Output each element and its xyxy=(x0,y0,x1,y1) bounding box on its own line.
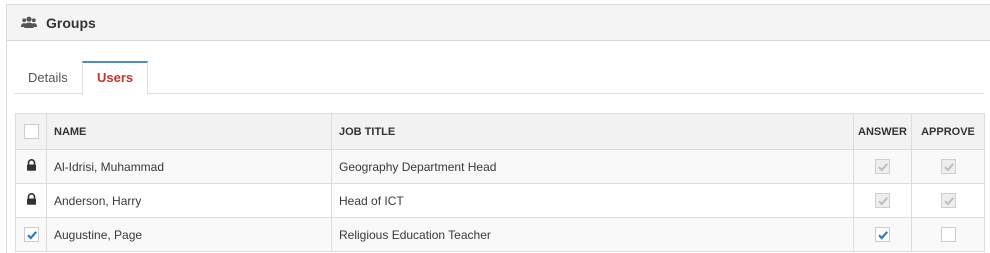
approve-checkbox[interactable] xyxy=(940,159,956,175)
panel-title: Groups xyxy=(46,14,96,31)
row-name: Al-Idrisi, Muhammad xyxy=(46,149,332,184)
approve-cell xyxy=(911,149,985,184)
answer-checkbox[interactable] xyxy=(875,159,890,175)
answer-cell xyxy=(853,183,912,218)
approve-cell xyxy=(911,217,985,252)
row-job-title: Religious Education Teacher xyxy=(331,217,854,252)
check-icon xyxy=(943,163,954,172)
check-icon xyxy=(26,231,37,240)
column-header-answer[interactable]: ANSWER xyxy=(853,113,912,150)
row-state-cell xyxy=(15,217,47,252)
approve-checkbox[interactable] xyxy=(940,193,956,209)
select-all-checkbox[interactable] xyxy=(23,124,39,139)
tab-users[interactable]: Users xyxy=(82,61,149,95)
select-all-header xyxy=(15,113,47,150)
users-table: NAME JOB TITLE ANSWER APPROVE Al-Idrisi,… xyxy=(15,113,985,252)
table-row[interactable]: Anderson, Harry Head of ICT xyxy=(15,183,985,218)
approve-checkbox[interactable] xyxy=(940,227,956,243)
tab-bar: Details Users xyxy=(14,57,984,95)
row-state-cell xyxy=(15,149,47,184)
table-row[interactable]: Augustine, Page Religious Education Teac… xyxy=(15,217,985,252)
check-icon xyxy=(878,231,889,240)
table-row[interactable]: Al-Idrisi, Muhammad Geography Department… xyxy=(15,149,985,184)
check-icon xyxy=(878,197,888,206)
row-name: Augustine, Page xyxy=(46,217,332,252)
row-select-checkbox[interactable] xyxy=(23,227,39,243)
lock-icon xyxy=(26,193,37,208)
row-job-title: Head of ICT xyxy=(331,183,854,218)
answer-checkbox[interactable] xyxy=(875,227,890,243)
answer-cell xyxy=(853,217,912,252)
check-icon xyxy=(878,163,888,172)
lock-icon xyxy=(26,159,37,174)
column-header-name[interactable]: NAME xyxy=(46,113,332,150)
row-job-title: Geography Department Head xyxy=(331,149,854,184)
column-header-job-title[interactable]: JOB TITLE xyxy=(331,113,854,150)
table-header-row: NAME JOB TITLE ANSWER APPROVE xyxy=(15,113,985,150)
tab-details[interactable]: Details xyxy=(14,61,82,95)
approve-cell xyxy=(911,183,985,218)
answer-cell xyxy=(853,149,912,184)
row-state-cell xyxy=(15,183,47,218)
panel-header: Groups xyxy=(7,5,990,41)
check-icon xyxy=(943,197,954,206)
answer-checkbox[interactable] xyxy=(875,193,890,209)
users-icon xyxy=(21,16,37,30)
row-name: Anderson, Harry xyxy=(46,183,332,218)
column-header-approve[interactable]: APPROVE xyxy=(911,113,985,150)
